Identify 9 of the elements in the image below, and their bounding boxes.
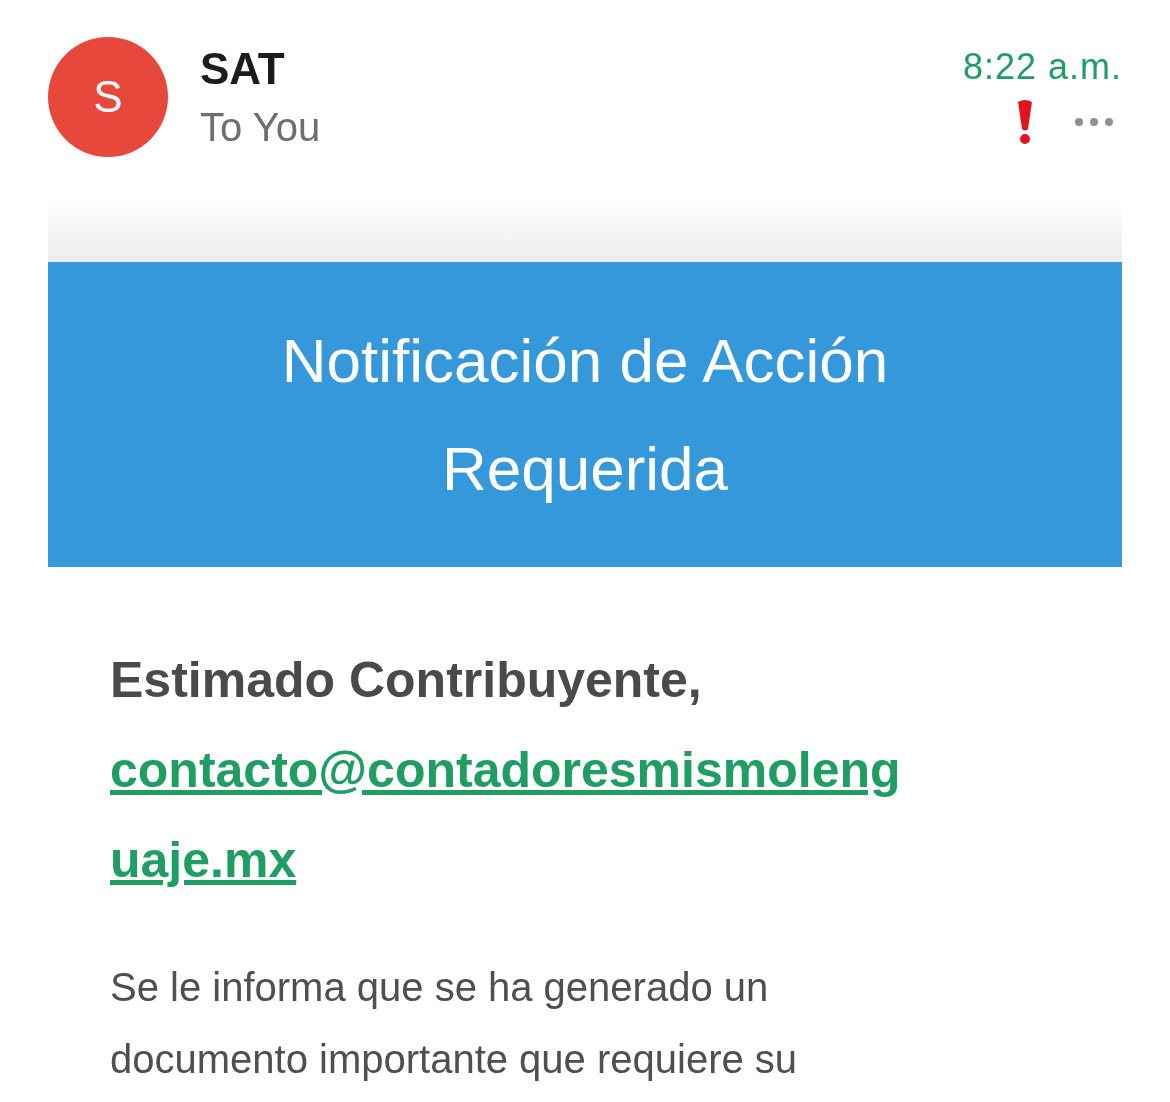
message-paragraph: Se le informa que se ha generado un documento importante que requiere su [110,964,799,1083]
recipient: To You [200,104,322,151]
banner-title: Notificación de Acción Requerida [280,324,890,505]
greeting: Estimado Contribuyente, [110,651,703,710]
avatar: S [48,37,168,157]
email-link[interactable]: contacto@contadoresmismolenguaje.mx [110,725,910,905]
time: 8:22 a.m. [962,45,1122,89]
more-icon[interactable] [1074,117,1114,127]
sender-name: SAT [200,43,286,95]
